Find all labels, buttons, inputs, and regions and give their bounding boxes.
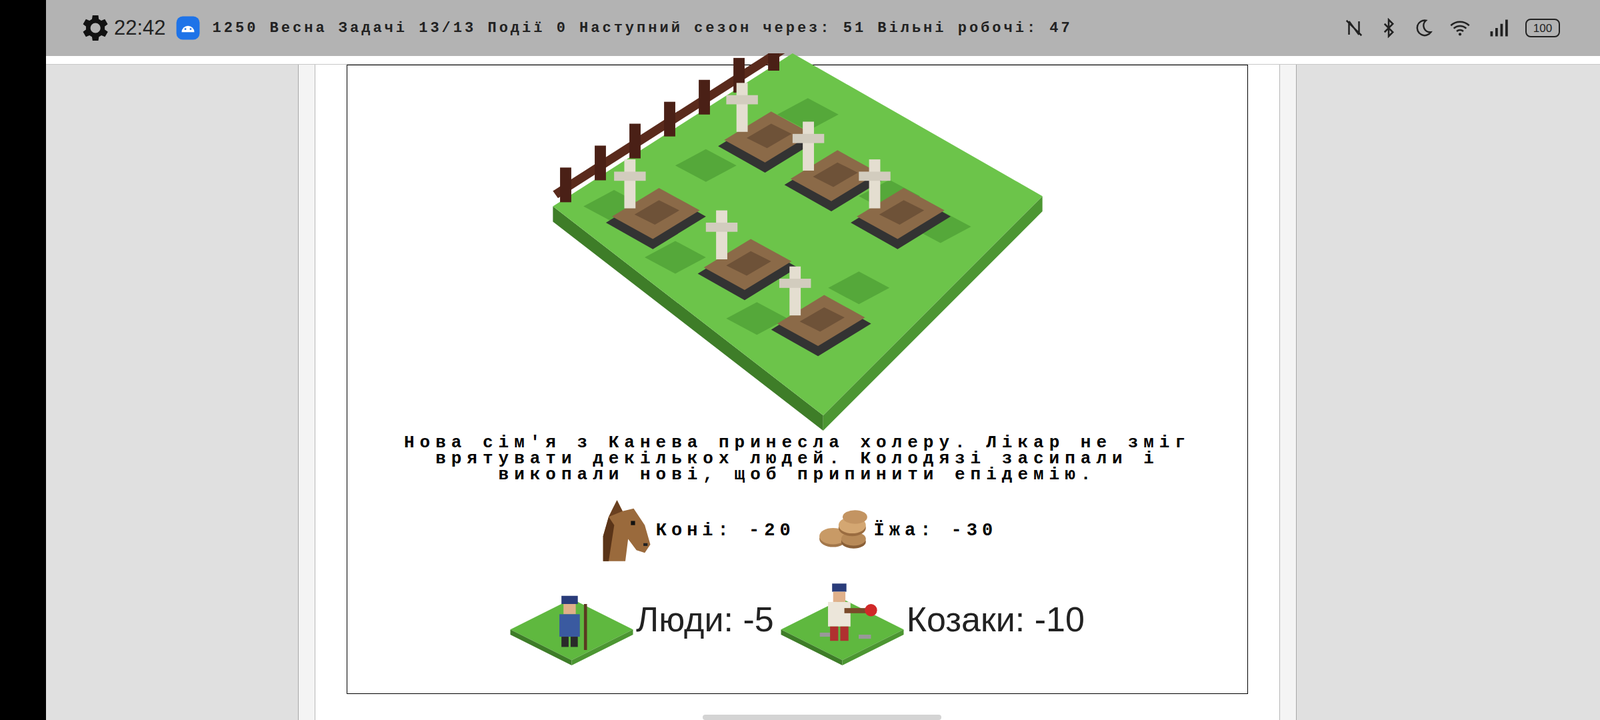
resource-label: Їжа: -30 [874,517,998,545]
bluetooth-icon [1378,18,1399,38]
resource-label: Коні: -20 [656,517,796,545]
nfc-icon [1344,18,1364,38]
event-line: Нова сім'я з Канева принесла холеру. Лік… [404,434,1191,451]
resource-change: Їжа: -30 [816,508,998,553]
horse-icon [597,497,654,564]
screen-edge [0,0,46,720]
peasant-icon [510,573,634,666]
event-line: врятувати декількох людей. Колодязі заси… [435,450,1160,467]
scroll-indicator[interactable] [702,714,942,720]
event-text: Нова сім'я з Канева принесла холеру. Лік… [404,434,1191,483]
event-line: викопали нові, щоб припинити епідемію. [498,466,1097,483]
system-icons: 100 [1344,18,1560,38]
game-status: 1250 Весна Задачі 13/13 Події 0 Наступни… [212,17,1073,40]
cossack-icon [780,573,904,666]
battery: 100 [1525,18,1560,38]
divider [46,56,1600,65]
signal-icon [1486,18,1511,38]
clock: 22:42 [114,12,166,44]
resource-change: Коні: -20 [597,497,796,564]
wifi-icon [1448,18,1472,38]
moon-icon [1413,18,1434,38]
population-label: Люди: -5 [636,593,774,646]
status-bar: 22:42 1250 Весна Задачі 13/13 Події 0 Нас… [46,0,1600,56]
page-panel: Нова сім'я з Канева принесла холеру. Лік… [314,64,1280,720]
gear-icon [76,10,112,46]
food-icon [816,508,872,553]
resource-changes: Коні: -20 Їжа: -30 [597,497,998,564]
graveyard-picture [552,53,1043,431]
page-column: Нова сім'я з Канева принесла холеру. Лік… [298,64,1297,720]
population-change: Люди: -5 [510,573,774,666]
population-changes: Люди: -5 Козаки: -10 [510,573,1085,666]
event-card: Нова сім'я з Канева принесла холеру. Лік… [346,64,1248,694]
android-icon [175,15,201,41]
population-label: Козаки: -10 [906,593,1085,646]
population-change: Козаки: -10 [780,573,1085,666]
